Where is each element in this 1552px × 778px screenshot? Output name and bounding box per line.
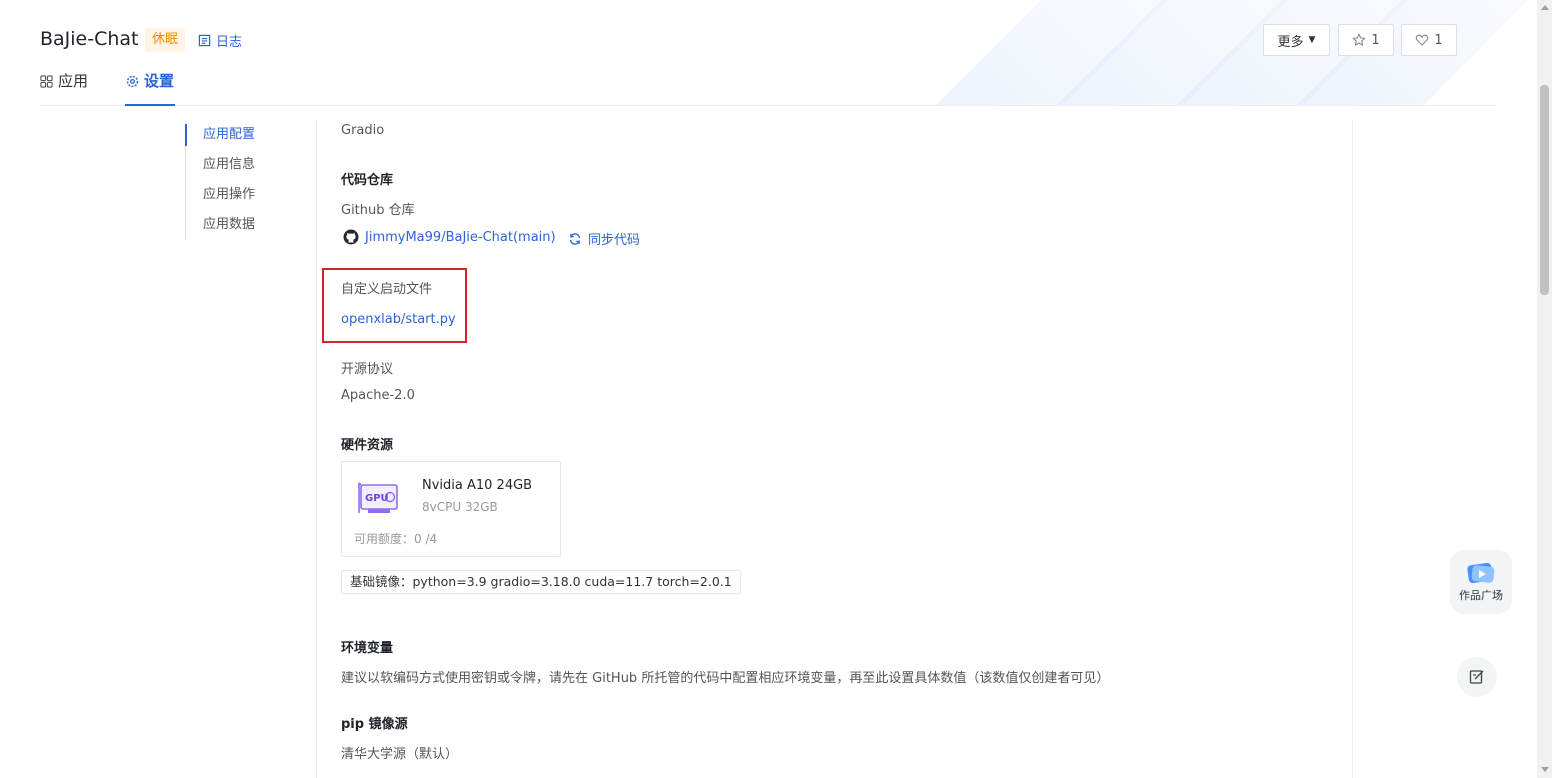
log-icon bbox=[198, 34, 211, 47]
caret-down-icon: ▼ bbox=[1308, 35, 1316, 45]
scroll-up-arrow-icon[interactable] bbox=[1541, 5, 1549, 10]
env-heading: 环境变量 bbox=[341, 641, 394, 656]
hardware-card[interactable]: GPU Nvidia A10 24GB 8vCPU 32GB 可用额度：0 /4 bbox=[341, 461, 561, 557]
gallery-button[interactable]: 作品广场 bbox=[1450, 550, 1512, 614]
like-button[interactable]: 1 bbox=[1401, 24, 1457, 56]
sdk-value: Gradio bbox=[341, 123, 385, 138]
feedback-button[interactable] bbox=[1457, 657, 1497, 697]
startup-file-value: openxlab/start.py bbox=[341, 312, 456, 327]
sync-icon bbox=[569, 232, 581, 245]
tab-apps[interactable]: 应用 bbox=[40, 70, 88, 106]
app-title: BaJie-Chat bbox=[40, 28, 139, 50]
gallery-icon bbox=[1467, 562, 1495, 584]
hardware-spec: 8vCPU 32GB bbox=[422, 500, 498, 514]
base-image-tag: 基础镜像：python=3.9 gradio=3.18.0 cuda=11.7 … bbox=[341, 570, 741, 594]
repo-type: Github 仓库 bbox=[341, 203, 415, 218]
status-badge: 休眠 bbox=[145, 28, 186, 52]
grid-icon bbox=[40, 75, 53, 88]
like-count: 1 bbox=[1434, 32, 1443, 48]
license-label: 开源协议 bbox=[341, 362, 394, 377]
hardware-name: Nvidia A10 24GB bbox=[422, 478, 533, 493]
scrollbar-thumb[interactable] bbox=[1540, 85, 1549, 295]
side-nav-app-info[interactable]: 应用信息 bbox=[186, 152, 305, 182]
tab-settings[interactable]: 设置 bbox=[125, 70, 176, 106]
sync-code-button[interactable]: 同步代码 bbox=[568, 229, 640, 248]
star-icon bbox=[1353, 33, 1366, 46]
svg-text:GPU: GPU bbox=[365, 493, 389, 504]
side-nav-app-config[interactable]: 应用配置 bbox=[185, 122, 305, 152]
log-label: 日志 bbox=[216, 35, 243, 50]
gpu-icon: GPU bbox=[358, 482, 398, 513]
hardware-heading: 硬件资源 bbox=[341, 438, 394, 453]
repo-link-label: JimmyMa99/BaJie-Chat(main) bbox=[365, 229, 556, 245]
star-button[interactable]: 1 bbox=[1338, 24, 1394, 56]
content-divider-right bbox=[1352, 120, 1353, 778]
gear-icon bbox=[126, 75, 139, 88]
edit-icon bbox=[1469, 670, 1484, 684]
repo-heading: 代码仓库 bbox=[341, 173, 394, 188]
more-label: 更多 bbox=[1277, 34, 1304, 50]
side-nav-app-data[interactable]: 应用数据 bbox=[186, 212, 305, 242]
heart-icon bbox=[1416, 34, 1429, 46]
content-divider-left bbox=[316, 120, 317, 778]
hardware-quota: 可用额度：0 /4 bbox=[354, 532, 438, 546]
pip-value: 清华大学源（默认） bbox=[341, 747, 459, 762]
side-nav-app-actions[interactable]: 应用操作 bbox=[186, 182, 305, 212]
startup-file-label: 自定义启动文件 bbox=[341, 282, 433, 297]
tab-apps-label: 应用 bbox=[58, 72, 89, 90]
sync-code-label: 同步代码 bbox=[588, 233, 641, 248]
github-icon bbox=[343, 229, 359, 245]
pip-heading: pip 镜像源 bbox=[341, 717, 408, 732]
tab-settings-label: 设置 bbox=[144, 72, 175, 90]
repo-link[interactable]: JimmyMa99/BaJie-Chat(main) bbox=[343, 229, 556, 245]
license-value: Apache-2.0 bbox=[341, 388, 415, 403]
gallery-label: 作品广场 bbox=[1459, 589, 1503, 602]
startup-file-link[interactable]: openxlab/start.py bbox=[341, 312, 456, 327]
scroll-down-arrow-icon[interactable] bbox=[1541, 767, 1549, 772]
more-button[interactable]: 更多 ▼ bbox=[1263, 24, 1330, 56]
page-scrollbar[interactable] bbox=[1537, 0, 1552, 778]
log-link[interactable]: 日志 bbox=[198, 31, 242, 50]
settings-side-nav: 应用配置 应用信息 应用操作 应用数据 bbox=[185, 122, 305, 240]
app-header: BaJie-Chat 休眠 日志 应用 设置 更多 ▼ 1 1 bbox=[40, 0, 1497, 106]
env-description: 建议以软编码方式使用密钥或令牌，请先在 GitHub 所托管的代码中配置相应环境… bbox=[341, 671, 1110, 686]
star-count: 1 bbox=[1371, 32, 1380, 48]
